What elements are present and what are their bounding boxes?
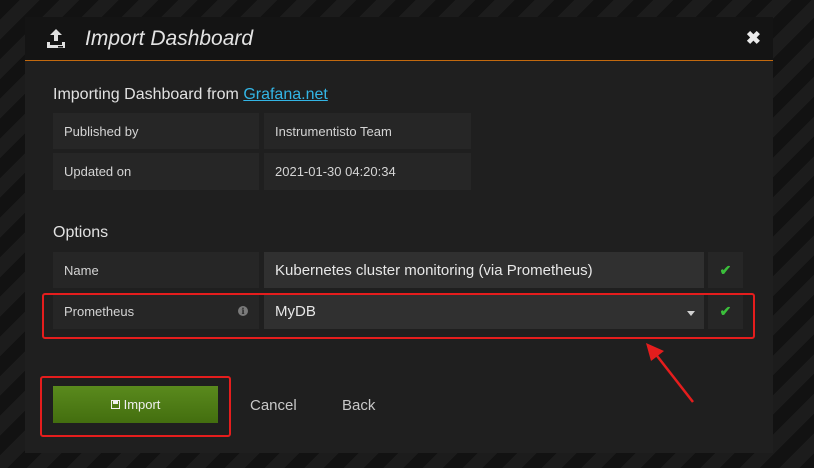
cancel-button[interactable]: Cancel	[250, 397, 297, 414]
modal-header: Import Dashboard ✖	[25, 17, 773, 61]
grafana-net-link[interactable]: Grafana.net	[243, 86, 328, 103]
prometheus-row-highlight	[42, 293, 755, 339]
published-by-value: Instrumentisto Team	[264, 113, 471, 149]
modal-title: Import Dashboard	[85, 27, 254, 50]
name-valid-check-icon: ✔	[708, 252, 743, 288]
import-source-prefix: Importing Dashboard from	[53, 86, 244, 103]
import-button-highlight	[40, 376, 231, 437]
options-title: Options	[53, 224, 109, 241]
back-button[interactable]: Back	[342, 397, 375, 414]
import-source-text: Importing Dashboard from Grafana.net	[53, 86, 328, 104]
upload-icon	[47, 29, 65, 48]
name-label: Name	[53, 252, 259, 288]
updated-on-value: 2021-01-30 04:20:34	[264, 153, 471, 190]
updated-on-label: Updated on	[53, 153, 259, 190]
published-by-label: Published by	[53, 113, 259, 149]
dashboard-name-input[interactable]: Kubernetes cluster monitoring (via Prome…	[264, 252, 704, 288]
close-icon[interactable]: ✖	[746, 28, 761, 49]
annotation-arrow	[646, 343, 694, 403]
